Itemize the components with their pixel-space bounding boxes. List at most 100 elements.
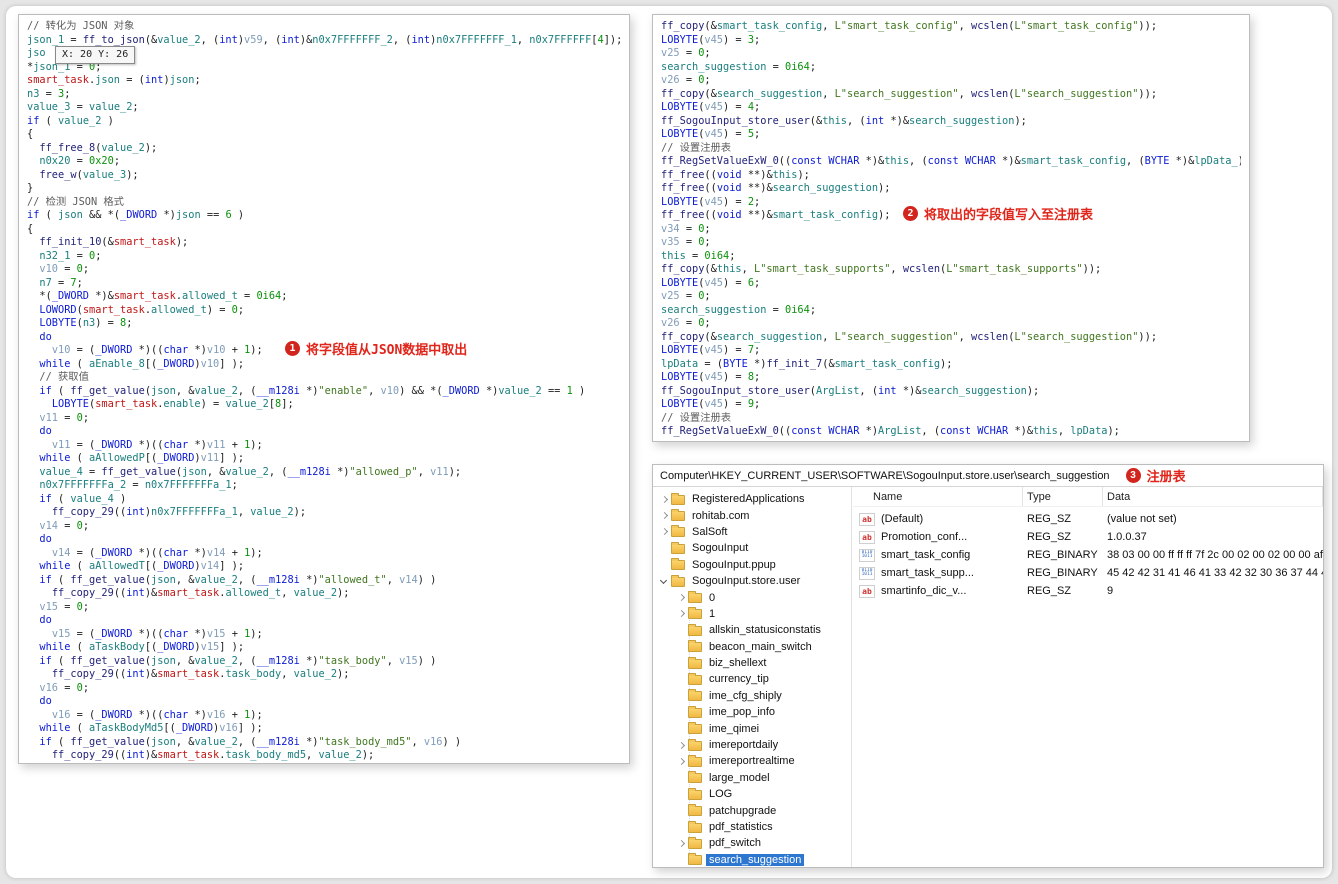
code-line: // 转化为 JSON 对象 (27, 20, 135, 32)
code-line: n0x20 = 0x20; (39, 155, 121, 167)
chevron-right-icon[interactable] (659, 494, 670, 505)
screenshot-root: { "colors": { "annotation_red": "#d2251d… (0, 0, 1338, 884)
code-line: LOBYTE(v45) = 6; (661, 276, 761, 289)
registry-key-tree: RegisteredApplications rohitab.com SalSoft… (653, 487, 852, 867)
chevron-right-icon[interactable] (676, 592, 687, 603)
tree-item[interactable]: SogouInput.ppup (653, 557, 851, 573)
tree-item[interactable]: pdf_statistics (653, 819, 851, 835)
code-line: v10 = 0; (39, 263, 90, 275)
code-line: v11 = 0; (39, 411, 90, 424)
code-line: this = 0i64; (661, 249, 736, 262)
decompiler-panel-registry-write[interactable]: ff_copy(&smart_task_config, L"smart_task… (652, 14, 1250, 442)
value-type: REG_BINARY (1027, 567, 1098, 579)
code-line: if ( json && *(_DWORD *)json == 6 ) (27, 209, 245, 221)
chevron-placeholder (676, 723, 687, 734)
code-line: ff_RegSetValueExW_0((const WCHAR *)ArgLi… (661, 425, 1120, 437)
code-line: v15 = (_DWORD *)((char *)v15 + 1); (51, 627, 263, 640)
tree-item-label: imereportdaily (709, 739, 779, 752)
registry-value-row[interactable]: 0110 1011 smart_task_config REG_BINARY 38 0… (853, 546, 1323, 564)
chevron-right-icon[interactable] (676, 608, 687, 619)
code-line: *(_DWORD *)&smart_task.allowed_t = 0i64; (39, 290, 288, 302)
chevron-placeholder (676, 641, 687, 652)
tree-item[interactable]: 0 (653, 589, 851, 605)
tree-item[interactable]: ime_pop_info (653, 704, 851, 720)
code-line: do (39, 425, 52, 437)
tree-item[interactable]: rohitab.com (653, 507, 851, 523)
tree-item[interactable]: SogouInput (653, 540, 851, 556)
code-line: while ( aTaskBodyMd5[(_DWORD)v16] ); (39, 722, 263, 734)
tree-item[interactable]: imereportrealtime (653, 753, 851, 769)
code-line: ff_copy_29((int)n0x7FFFFFFFa_1, value_2)… (51, 506, 307, 518)
registry-address-bar[interactable]: Computer\HKEY_CURRENT_USER\SOFTWARE\Sogo… (653, 465, 1323, 487)
annotation-3-text: 注册表 (1146, 469, 1186, 484)
column-header-name[interactable]: Name (853, 487, 1023, 506)
folder-icon (688, 853, 702, 866)
registry-value-row[interactable]: 0110 1011 smart_task_supp... REG_BINARY 45 … (853, 564, 1323, 582)
folder-icon (688, 787, 702, 800)
chevron-down-icon[interactable] (659, 576, 670, 587)
code-line: v35 = 0; (661, 236, 711, 248)
tree-item[interactable]: RegisteredApplications (653, 491, 851, 507)
value-data: 45 42 42 31 41 46 41 33 42 32 30 36 37 4… (1107, 567, 1323, 579)
tree-item-label: SogouInput.ppup (692, 558, 776, 571)
tree-item[interactable]: ime_cfg_shiply (653, 688, 851, 704)
code-line: ff_copy_29((int)&smart_task.task_body, v… (51, 668, 350, 680)
tree-item[interactable]: SogouInput.store.user (653, 573, 851, 589)
tree-item[interactable]: imereportdaily (653, 737, 851, 753)
chevron-right-icon[interactable] (659, 526, 670, 537)
chevron-placeholder (676, 789, 687, 800)
code-line: LOBYTE(smart_task.enable) = value_2[8]; (51, 398, 294, 410)
code-line: v26 = 0; (661, 317, 711, 329)
folder-icon (688, 771, 702, 784)
code-line: ff_copy_29((int)&smart_task.allowed_t, v… (51, 587, 350, 599)
folder-icon (688, 836, 702, 849)
code-line: LOBYTE(v45) = 3; (661, 33, 761, 46)
tree-item[interactable]: biz_shellext (653, 655, 851, 671)
tree-item[interactable]: SalSoft (653, 524, 851, 540)
column-header-type[interactable]: Type (1023, 487, 1103, 506)
code-line: ff_copy(&search_suggestion, L"search_sug… (661, 87, 1158, 100)
folder-icon (688, 804, 702, 817)
code-line: ff_copy(&search_suggestion, L"search_sug… (661, 330, 1158, 343)
code-line: v25 = 0; (661, 47, 711, 59)
code-line: while ( aAllowedT[(_DWORD)v14] ); (39, 560, 245, 572)
chevron-right-icon[interactable] (676, 756, 687, 767)
code-line: free_w(value_3); (39, 168, 139, 181)
decompiler-panel-json-parse[interactable]: // 转化为 JSON 对象 json_1 = ff_to_json(&value… (18, 14, 630, 764)
folder-icon (688, 820, 702, 833)
code-line: if ( ff_get_value(json, &value_2, (__m12… (39, 735, 462, 748)
folder-icon (688, 623, 702, 636)
tree-item-label: biz_shellext (709, 657, 767, 670)
code-line: if ( value_4 ) (39, 492, 127, 505)
tree-item[interactable]: LOG (653, 786, 851, 802)
chevron-placeholder (659, 559, 670, 570)
folder-icon (688, 738, 702, 751)
code-line: LOBYTE(v45) = 8; (661, 371, 761, 383)
chevron-right-icon[interactable] (676, 740, 687, 751)
registry-value-row[interactable]: ab Promotion_conf... REG_SZ 1.0.0.37 (853, 528, 1323, 546)
tree-item[interactable]: beacon_main_switch (653, 639, 851, 655)
value-type: REG_BINARY (1027, 549, 1098, 561)
tree-item[interactable]: ime_qimei (653, 720, 851, 736)
tree-item[interactable]: large_model (653, 770, 851, 786)
chevron-right-icon[interactable] (676, 838, 687, 849)
registry-value-list: Name Type Data ab (Default) REG_SZ (value not… (853, 487, 1323, 867)
registry-value-row[interactable]: ab (Default) REG_SZ (value not set) (853, 510, 1323, 528)
tree-item[interactable]: patchupgrade (653, 802, 851, 818)
column-header-data[interactable]: Data (1103, 487, 1323, 506)
registry-value-row[interactable]: ab smartinfo_dic_v... REG_SZ 9 (853, 582, 1323, 600)
code-line: ff_free((void **)&this); (661, 168, 810, 181)
code-line: search_suggestion = 0i64; (661, 303, 817, 316)
tree-item[interactable]: allskin_statusiconstatis (653, 622, 851, 638)
code-line: // 获取值 (27, 371, 89, 383)
tree-item[interactable]: search_suggestion (653, 852, 851, 867)
value-data: 38 03 00 00 ff ff ff 7f 2c 00 02 00 02 0… (1107, 549, 1323, 561)
tree-item[interactable]: 1 (653, 606, 851, 622)
tree-item[interactable]: currency_tip (653, 671, 851, 687)
tree-item-label: pdf_switch (709, 837, 761, 850)
tree-item[interactable]: pdf_switch (653, 835, 851, 851)
tree-item-label: RegisteredApplications (692, 493, 805, 506)
code-line: // 设置注册表 (661, 411, 732, 424)
cursor-coordinates-tooltip: X: 20 Y: 26 (55, 46, 136, 64)
chevron-right-icon[interactable] (659, 510, 670, 521)
